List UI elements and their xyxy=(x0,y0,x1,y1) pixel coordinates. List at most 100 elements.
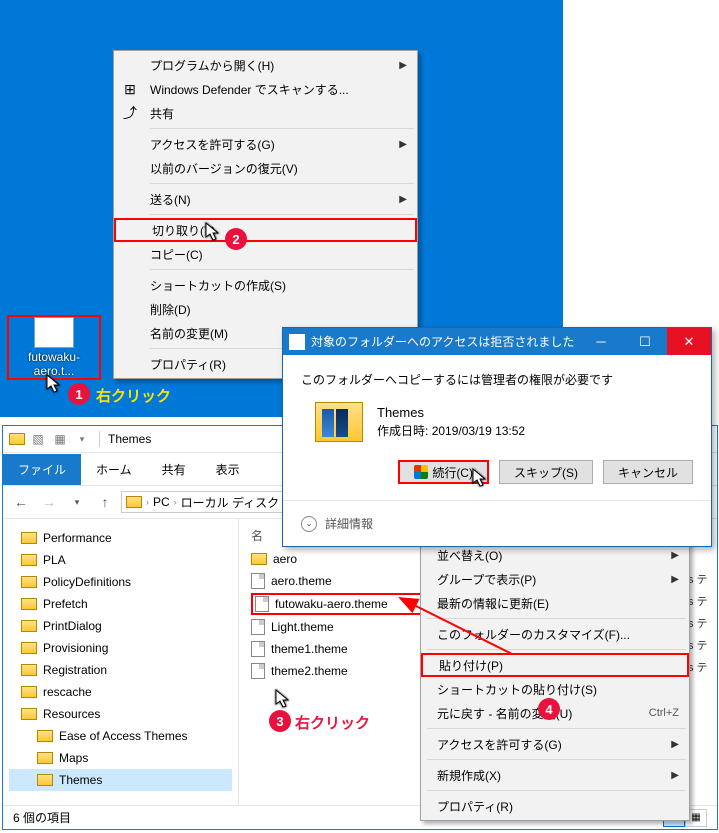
ctx1-restore[interactable]: 以前のバージョンの復元(V) xyxy=(114,156,417,180)
minimize-button[interactable]: ─ xyxy=(579,328,623,355)
separator xyxy=(427,759,686,760)
shortcut-text: Ctrl+Z xyxy=(649,707,679,719)
tab-file[interactable]: ファイル xyxy=(3,454,81,485)
separator xyxy=(427,728,686,729)
ctx1-copy[interactable]: コピー(C) xyxy=(114,242,417,266)
close-button[interactable]: ✕ xyxy=(667,328,711,355)
file-icon xyxy=(251,619,265,635)
ctx1-shortcut[interactable]: ショートカットの作成(S) xyxy=(114,273,417,297)
ctx1-share[interactable]: ⤴共有 xyxy=(114,101,417,125)
step-badge-2: 2 xyxy=(225,228,247,250)
folder-icon xyxy=(21,576,37,588)
chevron-right-icon: ▶ xyxy=(671,574,679,585)
ctx1-cut[interactable]: 切り取り(T) xyxy=(114,218,417,242)
ctx2-group[interactable]: グループで表示(P)▶ xyxy=(421,567,689,591)
uac-folder-name: Themes xyxy=(377,405,525,420)
separator xyxy=(427,618,686,619)
chevron-right-icon: › xyxy=(174,497,177,507)
context-menu-2: 並べ替え(O)▶ グループで表示(P)▶ 最新の情報に更新(E) このフォルダー… xyxy=(420,540,690,821)
step-badge-1: 1 xyxy=(68,383,90,405)
tree-item[interactable]: rescache xyxy=(9,681,232,703)
status-text: 6 個の項目 xyxy=(13,809,71,826)
separator xyxy=(150,128,414,129)
chevron-right-icon: ▶ xyxy=(399,194,407,205)
folder-icon xyxy=(251,553,267,565)
tab-home[interactable]: ホーム xyxy=(81,454,147,485)
ctx2-access[interactable]: アクセスを許可する(G)▶ xyxy=(421,732,689,756)
ctx1-delete[interactable]: 削除(D) xyxy=(114,297,417,321)
separator xyxy=(150,269,414,270)
ctx2-customize[interactable]: このフォルダーのカスタマイズ(F)... xyxy=(421,622,689,646)
uac-title-text: 対象のフォルダーへのアクセスは拒否されました xyxy=(311,333,574,350)
tree-item[interactable]: Performance xyxy=(9,527,232,549)
file-icon xyxy=(251,573,265,589)
folder-icon xyxy=(37,774,53,786)
tree-item[interactable]: PLA xyxy=(9,549,232,571)
tree-item[interactable]: Ease of Access Themes xyxy=(9,725,232,747)
shield-icon xyxy=(414,465,428,479)
uac-message: このフォルダーへコピーするには管理者の権限が必要です xyxy=(301,371,693,388)
folder-icon xyxy=(21,642,37,654)
tree-item[interactable]: Resources xyxy=(9,703,232,725)
recent-button[interactable]: ▾ xyxy=(65,490,89,514)
ctx2-refresh[interactable]: 最新の情報に更新(E) xyxy=(421,591,689,615)
chevron-right-icon: › xyxy=(146,497,149,507)
uac-titlebar: 対象のフォルダーへのアクセスは拒否されました ─ ☐ ✕ xyxy=(283,328,711,355)
chevron-right-icon: ▶ xyxy=(399,60,407,71)
ctx2-paste-shortcut[interactable]: ショートカットの貼り付け(S) xyxy=(421,677,689,701)
tree-item[interactable]: Prefetch xyxy=(9,593,232,615)
uac-folder-info: Themes 作成日時: 2019/03/19 13:52 xyxy=(315,402,693,442)
ctx2-paste[interactable]: 貼り付け(P) xyxy=(421,653,689,677)
skip-button[interactable]: スキップ(S) xyxy=(499,460,593,484)
uac-body: このフォルダーへコピーするには管理者の権限が必要です Themes 作成日時: … xyxy=(283,355,711,500)
uac-detail-toggle[interactable]: ⌄ 詳細情報 xyxy=(283,500,711,546)
folder-icon xyxy=(21,598,37,610)
qat-button[interactable]: ▦ xyxy=(51,430,69,448)
back-button[interactable]: ← xyxy=(9,490,33,514)
folder-icon xyxy=(315,402,363,442)
ctx1-send[interactable]: 送る(N)▶ xyxy=(114,187,417,211)
share-icon: ⤴ xyxy=(122,105,138,121)
step-caption-3: 右クリック xyxy=(295,712,370,733)
tree-item-themes[interactable]: Themes xyxy=(9,769,232,791)
tree-item[interactable]: Provisioning xyxy=(9,637,232,659)
tree-item[interactable]: PolicyDefinitions xyxy=(9,571,232,593)
tab-share[interactable]: 共有 xyxy=(147,454,201,485)
file-icon xyxy=(251,663,265,679)
desktop-file-label: futowaku-aero.t... xyxy=(9,350,99,378)
chevron-right-icon: ▶ xyxy=(671,550,679,561)
tree-item[interactable]: Maps xyxy=(9,747,232,769)
qat-dropdown[interactable]: ▾ xyxy=(73,430,91,448)
ctx1-access[interactable]: アクセスを許可する(G)▶ xyxy=(114,132,417,156)
ctx1-open-with[interactable]: プログラムから開く(H)▶ xyxy=(114,53,417,77)
file-icon xyxy=(251,641,265,657)
folder-icon xyxy=(21,686,37,698)
theme-file-icon xyxy=(34,317,74,348)
folder-icon xyxy=(21,664,37,676)
maximize-button[interactable]: ☐ xyxy=(623,328,667,355)
separator xyxy=(150,183,414,184)
folder-icon xyxy=(289,334,305,350)
up-button[interactable]: ↑ xyxy=(93,490,117,514)
ctx2-new[interactable]: 新規作成(X)▶ xyxy=(421,763,689,787)
ctx2-property[interactable]: プロパティ(R) xyxy=(421,794,689,818)
cancel-button[interactable]: キャンセル xyxy=(603,460,693,484)
qat-button[interactable]: ▧ xyxy=(29,430,47,448)
tab-view[interactable]: 表示 xyxy=(201,454,255,485)
desktop-file-icon[interactable]: futowaku-aero.t... xyxy=(7,315,101,380)
tree-item[interactable]: PrintDialog xyxy=(9,615,232,637)
chevron-right-icon: ▶ xyxy=(399,139,407,150)
file-icon xyxy=(255,596,269,612)
ctx1-defender[interactable]: ⊞Windows Defender でスキャンする... xyxy=(114,77,417,101)
folder-icon xyxy=(37,730,53,742)
folder-icon xyxy=(37,752,53,764)
folder-icon xyxy=(21,532,37,544)
chevron-right-icon: ▶ xyxy=(671,770,679,781)
folder-icon xyxy=(21,708,37,720)
forward-button[interactable]: → xyxy=(37,490,61,514)
step-badge-3: 3 xyxy=(269,710,291,732)
continue-button[interactable]: 続行(C) xyxy=(398,460,489,484)
separator xyxy=(150,214,414,215)
folder-icon xyxy=(21,620,37,632)
tree-item[interactable]: Registration xyxy=(9,659,232,681)
